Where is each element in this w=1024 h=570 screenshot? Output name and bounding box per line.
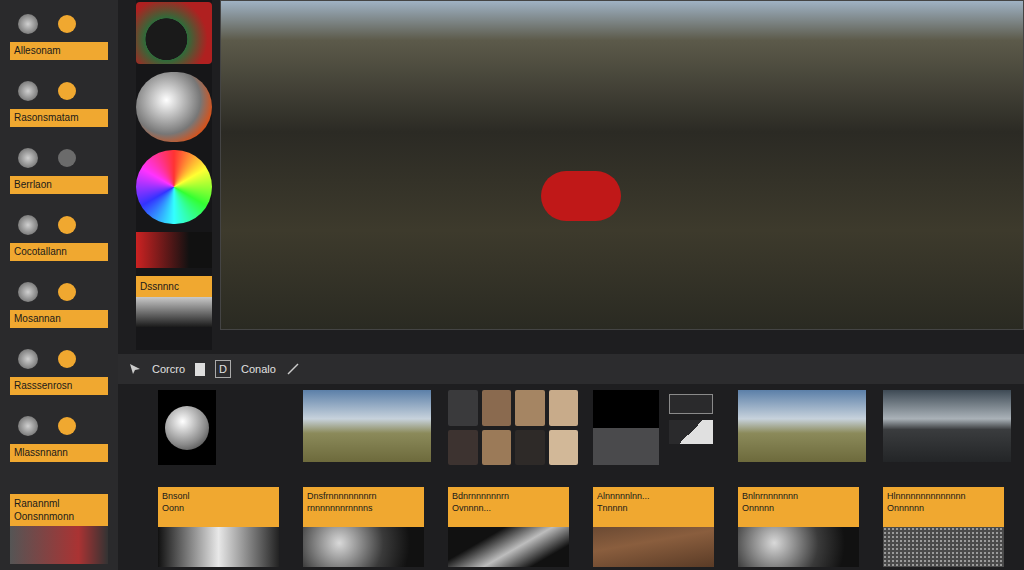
visibility-icon[interactable] — [18, 14, 38, 34]
asset-card[interactable]: Alnnnnnlnn...Tnnnnn — [593, 487, 714, 567]
thumbnail[interactable] — [448, 390, 578, 465]
card-preview — [738, 527, 859, 567]
layer-item[interactable]: Cocotallann — [10, 215, 108, 282]
layer-item[interactable]: Allesonam — [10, 14, 108, 81]
asset-panel: BnsonlOonn Dnsfrnnnnnnnnrnrnnnnnnnrnnnns B… — [118, 384, 1024, 570]
status-dot — [58, 283, 76, 301]
pencil-icon[interactable] — [286, 362, 300, 376]
asset-card[interactable]: Dnsfrnnnnnnnnrnrnnnnnnnrnnnns — [303, 487, 424, 567]
visibility-icon[interactable] — [18, 81, 38, 101]
toolbar: Corcro D Conalo — [118, 354, 1024, 384]
card-preview — [883, 527, 1004, 567]
thumbnail[interactable] — [738, 390, 866, 462]
card-preview — [303, 527, 424, 567]
toolbar-label[interactable]: Conalo — [241, 361, 276, 378]
visibility-icon[interactable] — [18, 148, 38, 168]
cursor-icon[interactable] — [128, 362, 142, 376]
layer-item[interactable]: Berrlaon — [10, 148, 108, 215]
card-preview — [448, 527, 569, 567]
status-dot — [58, 216, 76, 234]
card-preview — [593, 527, 714, 567]
visibility-icon[interactable] — [18, 215, 38, 235]
file-icon[interactable] — [195, 363, 205, 376]
asset-card[interactable]: BnsonlOonn — [158, 487, 279, 567]
layer-item[interactable]: Rasssenrosn — [10, 349, 108, 416]
toolbar-button[interactable]: D — [215, 360, 231, 379]
swatch-panel: Dssnnnc — [136, 0, 212, 350]
card-preview — [158, 527, 279, 567]
layer-footer[interactable]: Ranannml Oonsnnmonn — [10, 494, 108, 564]
asset-card[interactable]: BnlnrnnnnnnnOnnnnn — [738, 487, 859, 567]
visibility-icon[interactable] — [18, 349, 38, 369]
layer-item[interactable]: Mlassnnann — [10, 416, 108, 483]
asset-card[interactable]: BdnrnnnnnnrnOvnnnn... — [448, 487, 569, 567]
status-dot — [58, 417, 76, 435]
layer-item[interactable]: Rasonsmatam — [10, 81, 108, 148]
visibility-icon[interactable] — [18, 416, 38, 436]
viewport[interactable] — [220, 0, 1024, 330]
status-dot — [58, 350, 76, 368]
thumbnail[interactable] — [158, 390, 216, 465]
toolbar-label[interactable]: Corcro — [152, 361, 185, 378]
asset-card[interactable]: HlnnnnnnnnnnnnnnOnnnnnn — [883, 487, 1004, 567]
thumbnail[interactable] — [593, 390, 718, 465]
visibility-icon[interactable] — [18, 282, 38, 302]
status-dot — [58, 15, 76, 33]
layers-panel: AllesonamRasonsmatamBerrlaonCocotallannM… — [0, 0, 118, 570]
thumbnail[interactable] — [883, 390, 1011, 462]
swatch-label: Dssnnnc — [136, 276, 212, 297]
thumbnail[interactable] — [303, 390, 431, 462]
layer-item[interactable]: Mosannan — [10, 282, 108, 349]
status-dot — [58, 149, 76, 167]
status-dot — [58, 82, 76, 100]
